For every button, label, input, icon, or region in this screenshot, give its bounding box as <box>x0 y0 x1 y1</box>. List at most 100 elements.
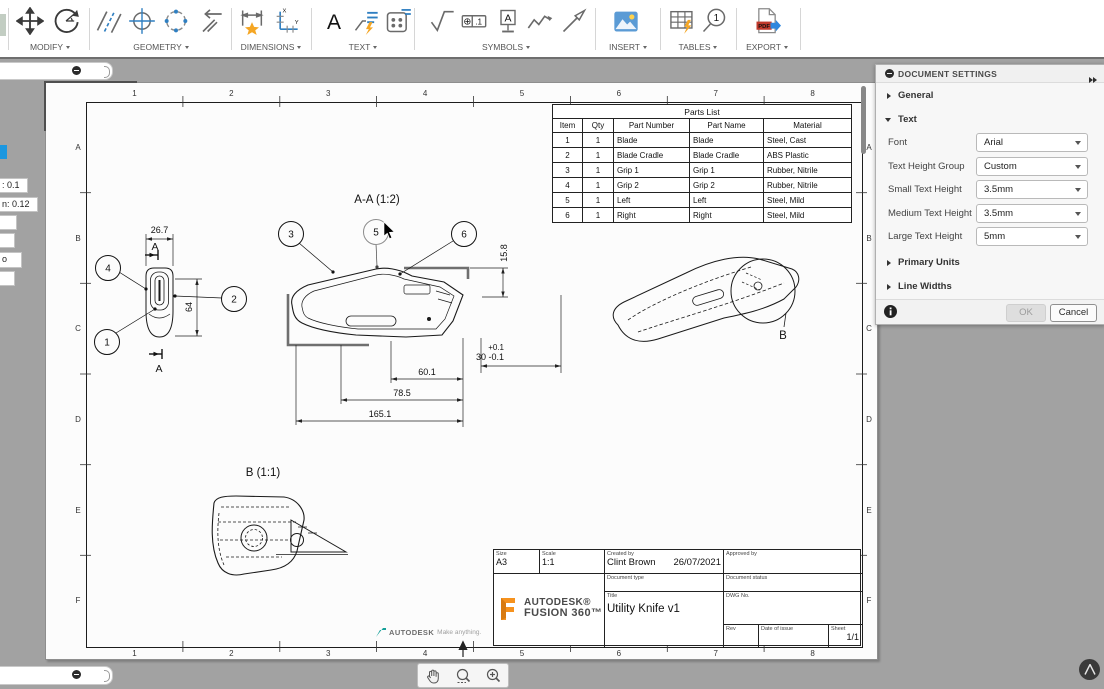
section-primary-units[interactable]: Primary Units <box>876 254 1104 272</box>
center-mark-icon[interactable] <box>128 7 156 35</box>
feature-control-frame-icon[interactable]: ⊕ .1 <box>460 7 488 35</box>
dropdown-caret <box>713 46 718 50</box>
field-thg-label: Text Height Group <box>888 161 965 172</box>
clipped-field-5[interactable]: o <box>0 252 22 268</box>
section-view-title[interactable]: A-A (1:2) <box>354 194 400 206</box>
toolbar-separator <box>231 8 232 50</box>
clipped-field-1[interactable]: : 0.1 <box>0 178 28 193</box>
dimensions-menu[interactable]: DIMENSIONS <box>234 42 308 52</box>
ordinate-dimension-icon[interactable]: X Y <box>272 7 300 35</box>
clipped-panel-header-top[interactable] <box>0 62 113 80</box>
pan-hand-icon <box>427 669 439 684</box>
rotate-icon[interactable] <box>52 7 80 35</box>
dropdown-caret-icon <box>1075 212 1081 216</box>
linear-dimension-icon[interactable] <box>238 7 266 35</box>
dim-text[interactable]: 30 -0.1 <box>476 352 504 362</box>
section-text[interactable]: Text <box>876 111 1104 129</box>
title-block[interactable]: Size A3 Scale 1:1 Created by Clint Brown 2… <box>493 549 862 647</box>
clipped-panel-header-bottom[interactable] <box>0 666 113 685</box>
clipped-field-2[interactable]: n: 0.12 <box>0 197 38 212</box>
sketch-circle-icon[interactable] <box>162 7 190 35</box>
insert-menu[interactable]: INSERT <box>598 42 658 52</box>
clipped-blue-button[interactable] <box>0 145 7 159</box>
balloon-4[interactable]: 4 <box>95 255 148 291</box>
detail-view-title[interactable]: B (1:1) <box>246 467 281 479</box>
insert-image-icon[interactable] <box>612 7 640 35</box>
large-text-height-dropdown[interactable]: 5mm <box>976 227 1088 246</box>
svg-text:2: 2 <box>231 295 237 306</box>
panel-handle-icon[interactable] <box>885 69 894 78</box>
section-line-widths[interactable]: Line Widths <box>876 278 1104 296</box>
toolbar-group-geometry: GEOMETRY <box>92 0 230 57</box>
symbols-menu[interactable]: SYMBOLS <box>420 42 592 52</box>
view-detail-b[interactable] <box>211 495 348 576</box>
parts-list-row: 3 1 Grip 1 Grip 1 Rubber, Nitrile <box>552 162 852 178</box>
export-pdf-icon[interactable]: PDF <box>753 7 781 35</box>
text-menu[interactable]: TEXT <box>314 42 412 52</box>
info-icon[interactable] <box>884 305 897 318</box>
view-section[interactable] <box>291 267 464 338</box>
modify-menu[interactable]: MODIFY <box>12 42 88 52</box>
text-table-icon[interactable] <box>384 7 412 35</box>
section-general[interactable]: General <box>876 87 1104 105</box>
dim-text[interactable]: 26.7 <box>151 225 169 235</box>
clipped-field-3[interactable] <box>0 215 17 230</box>
collapse-panel-icon[interactable] <box>1089 70 1097 88</box>
dim-text[interactable]: 165.1 <box>369 409 392 419</box>
balloon-icon[interactable]: 1 <box>700 7 728 35</box>
clipped-field-6[interactable] <box>0 271 15 286</box>
drawing-sheet[interactable]: 12345678 12345678 ABCDEF ABCDEF A A 26.7… <box>44 81 878 660</box>
medium-text-height-dropdown[interactable]: 3.5mm <box>976 204 1088 223</box>
geometry-menu[interactable]: GEOMETRY <box>92 42 230 52</box>
panel-header[interactable]: DOCUMENT SETTINGS <box>876 65 1104 83</box>
dim-text[interactable]: 78.5 <box>393 388 411 398</box>
modify-menu-label: MODIFY <box>29 42 64 52</box>
detail-circle-b[interactable] <box>730 258 796 328</box>
leader-text-icon[interactable] <box>352 7 380 35</box>
balloon-1[interactable]: 1 <box>94 307 157 355</box>
cancel-button[interactable]: Cancel <box>1050 304 1097 322</box>
zoom-window-button[interactable] <box>451 666 475 685</box>
edge-extend-icon[interactable] <box>196 7 224 35</box>
ribbon-toolbar: MODIFY GEOMETRY X Y DIMENSIONS A TEXT ⊕ … <box>0 0 1104 59</box>
panel-collapse-grip[interactable] <box>104 66 110 78</box>
titleblock-size-cell: Size A3 <box>494 550 540 574</box>
export-menu[interactable]: EXPORT <box>738 42 796 52</box>
field-medium-label: Medium Text Height <box>888 208 972 219</box>
fcf-value-glyph: .1 <box>475 18 482 27</box>
view-right[interactable] <box>612 256 800 342</box>
balloon-3[interactable]: 3 <box>278 221 335 274</box>
ok-button[interactable]: OK <box>1006 304 1046 322</box>
table-icon[interactable] <box>668 7 696 35</box>
surface-finish-icon[interactable] <box>428 7 456 35</box>
dim-len1 <box>390 338 464 427</box>
clipped-field-4[interactable] <box>0 233 15 248</box>
canvas-scrollbar[interactable] <box>861 86 866 154</box>
datum-identifier-icon[interactable]: A <box>494 7 522 35</box>
parallel-lines-icon[interactable] <box>94 7 122 35</box>
zoom-button[interactable] <box>481 666 505 685</box>
view-front[interactable] <box>145 267 174 338</box>
created-by-value: Clint Brown <box>607 557 656 568</box>
parts-list-table[interactable]: Parts List Item Qty Part Number Part Nam… <box>552 104 852 223</box>
move-icon[interactable] <box>16 7 44 35</box>
dim-text[interactable]: 15.8 <box>499 244 509 262</box>
small-text-height-dropdown[interactable]: 3.5mm <box>976 180 1088 199</box>
autodesk-assistant-badge[interactable] <box>1079 659 1100 680</box>
panel-collapse-grip[interactable] <box>104 670 110 682</box>
dim-text[interactable]: 60.1 <box>418 367 436 377</box>
taper-leader-icon[interactable] <box>560 7 588 35</box>
dropdown-caret <box>783 46 788 50</box>
toolbar-separator <box>660 8 661 50</box>
pan-button[interactable] <box>421 666 445 685</box>
font-dropdown[interactable]: Arial <box>976 133 1088 152</box>
text-height-group-dropdown[interactable]: Custom <box>976 157 1088 176</box>
text-tool-icon[interactable]: A <box>320 7 348 35</box>
tables-menu[interactable]: TABLES <box>662 42 734 52</box>
weld-symbol-icon[interactable] <box>526 7 554 35</box>
dim-text[interactable]: +0.1 <box>488 343 504 352</box>
dim-text[interactable]: 64 <box>184 302 194 312</box>
dropdown-caret <box>297 46 302 50</box>
toolbar-group-text: A TEXT <box>314 0 412 57</box>
ordinate-x-glyph: X <box>283 8 287 14</box>
